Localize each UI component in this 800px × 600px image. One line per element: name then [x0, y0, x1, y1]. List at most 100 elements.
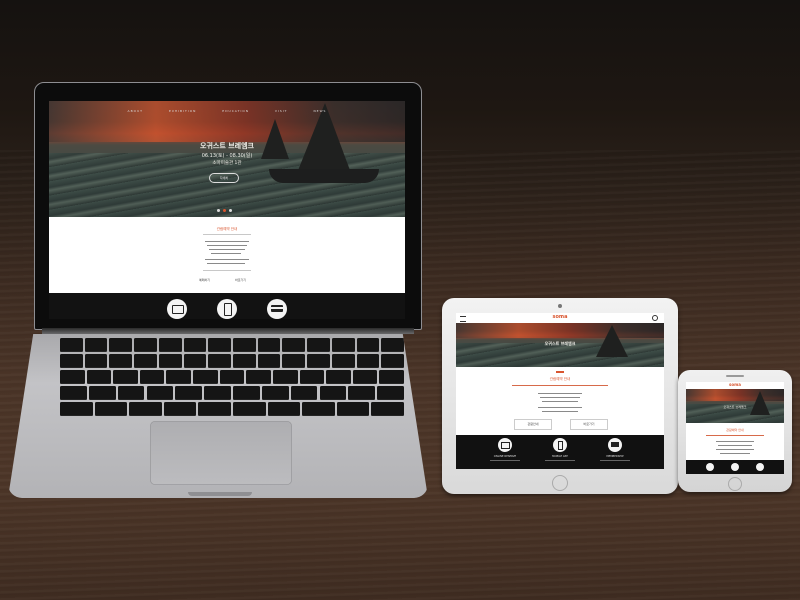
- keyboard-key[interactable]: [166, 370, 192, 384]
- keyboard-key[interactable]: [246, 370, 271, 384]
- card-icon[interactable]: [756, 463, 764, 471]
- keyboard-key[interactable]: [84, 354, 108, 368]
- keyboard-key[interactable]: [139, 370, 165, 384]
- keyboard-key[interactable]: [163, 402, 197, 416]
- keyboard-key[interactable]: [233, 354, 256, 368]
- keyboard-key[interactable]: [88, 386, 116, 400]
- keyboard-key[interactable]: [379, 370, 404, 384]
- keyboard-key[interactable]: [377, 386, 404, 400]
- id-card-icon[interactable]: [498, 438, 512, 452]
- keyboard-key[interactable]: [113, 370, 138, 384]
- keyboard-key[interactable]: [326, 370, 351, 384]
- keyboard-key[interactable]: [282, 354, 306, 368]
- keyboard-key[interactable]: [302, 402, 335, 416]
- phone-feature-band: [686, 460, 784, 474]
- keyboard-key[interactable]: [233, 402, 266, 416]
- keyboard-key[interactable]: [336, 402, 370, 416]
- card-icon[interactable]: [608, 438, 622, 452]
- keyboard-key[interactable]: [146, 386, 174, 400]
- keyboard-key[interactable]: [257, 338, 281, 352]
- laptop-more-link[interactable]: 바로가기: [235, 278, 246, 282]
- keyboard-key[interactable]: [193, 370, 218, 384]
- nav-item-about[interactable]: ABOUT: [128, 109, 143, 113]
- phone-icon[interactable]: [217, 299, 237, 319]
- keyboard-key[interactable]: [267, 402, 301, 416]
- keyboard-key[interactable]: [381, 338, 404, 352]
- menu-icon[interactable]: [460, 316, 466, 322]
- carousel-dots[interactable]: [217, 209, 237, 212]
- keyboard-key[interactable]: [290, 386, 318, 400]
- card-icon[interactable]: [267, 299, 287, 319]
- keyboard-key[interactable]: [356, 354, 380, 368]
- tablet-button-left[interactable]: 관람안내: [514, 419, 552, 430]
- keyboard-key[interactable]: [175, 386, 203, 400]
- keyboard-key[interactable]: [134, 354, 157, 368]
- keyboard-key[interactable]: [94, 402, 128, 416]
- keyboard-key[interactable]: [204, 386, 231, 400]
- keyboard-key[interactable]: [307, 338, 330, 352]
- keyboard-key[interactable]: [198, 402, 231, 416]
- keyboard-key[interactable]: [183, 354, 207, 368]
- keyboard-key[interactable]: [261, 386, 289, 400]
- keyboard-key[interactable]: [319, 386, 347, 400]
- keyboard-key[interactable]: [356, 338, 380, 352]
- keyboard-key[interactable]: [272, 370, 298, 384]
- phone-home-button[interactable]: [728, 477, 742, 491]
- keyboard-key[interactable]: [282, 338, 306, 352]
- phone-icon[interactable]: [731, 463, 739, 471]
- laptop-reserve-link[interactable]: 예매하기: [199, 278, 210, 282]
- keyboard-key[interactable]: [348, 386, 376, 400]
- keyboard-key[interactable]: [84, 338, 108, 352]
- phone-logo[interactable]: soma: [724, 382, 746, 387]
- laptop-lid: ABOUT EXHIBITION EDUCATION VISIT NEWS 오귀…: [34, 82, 422, 330]
- keyboard-key[interactable]: [208, 338, 231, 352]
- keyboard-key[interactable]: [299, 370, 325, 384]
- keyboard-key[interactable]: [183, 338, 207, 352]
- laptop-hero-button[interactable]: 자세히: [209, 173, 239, 183]
- keyboard-key[interactable]: [109, 338, 133, 352]
- keyboard-key[interactable]: [257, 354, 281, 368]
- keyboard-key[interactable]: [129, 402, 162, 416]
- keyboard-key[interactable]: [331, 354, 355, 368]
- id-card-icon[interactable]: [167, 299, 187, 319]
- keyboard-key[interactable]: [86, 370, 112, 384]
- tablet-logo[interactable]: soma: [548, 314, 572, 320]
- keyboard-key[interactable]: [331, 338, 355, 352]
- keyboard-key[interactable]: [60, 386, 87, 400]
- search-icon[interactable]: [652, 315, 658, 321]
- tablet-carousel-dot[interactable]: [556, 371, 564, 373]
- nav-item-education[interactable]: EDUCATION: [222, 109, 249, 113]
- phone-hero-title: 오귀스트 브레엠크: [723, 405, 747, 409]
- keyboard-key[interactable]: [307, 354, 330, 368]
- keyboard-key[interactable]: [60, 370, 85, 384]
- keyboard-key[interactable]: [158, 354, 182, 368]
- tablet-home-button[interactable]: [552, 475, 568, 491]
- keyboard-key[interactable]: [117, 386, 145, 400]
- keyboard-key[interactable]: [233, 338, 256, 352]
- keyboard-key[interactable]: [134, 338, 157, 352]
- keyboard-key[interactable]: [219, 370, 245, 384]
- laptop: ABOUT EXHIBITION EDUCATION VISIT NEWS 오귀…: [8, 78, 428, 500]
- keyboard-key[interactable]: [158, 338, 182, 352]
- keyboard-key[interactable]: [60, 354, 83, 368]
- keyboard-key[interactable]: [233, 386, 260, 400]
- nav-item-visit[interactable]: VISIT: [275, 109, 288, 113]
- laptop-content-panel: 관람예약 안내 예매하기 바로가기: [49, 217, 405, 293]
- keyboard-key[interactable]: [371, 402, 404, 416]
- keyboard-key[interactable]: [381, 354, 404, 368]
- tablet-button-right[interactable]: 바로가기: [570, 419, 608, 430]
- keyboard-key[interactable]: [60, 402, 93, 416]
- feature-online-reserve: ONLINE RESERVE: [493, 455, 517, 458]
- laptop-trackpad[interactable]: [150, 421, 292, 485]
- keyboard-key[interactable]: [109, 354, 133, 368]
- nav-item-news[interactable]: NEWS: [313, 109, 326, 113]
- keyboard-key[interactable]: [208, 354, 231, 368]
- laptop-feature-band: [49, 293, 405, 319]
- keyboard-key[interactable]: [352, 370, 378, 384]
- nav-item-exhibition[interactable]: EXHIBITION: [169, 109, 196, 113]
- laptop-hero-image: ABOUT EXHIBITION EDUCATION VISIT NEWS 오귀…: [49, 101, 405, 217]
- phone-icon[interactable]: [553, 438, 567, 452]
- laptop-hinge: [42, 328, 414, 334]
- keyboard-key[interactable]: [60, 338, 83, 352]
- id-card-icon[interactable]: [706, 463, 714, 471]
